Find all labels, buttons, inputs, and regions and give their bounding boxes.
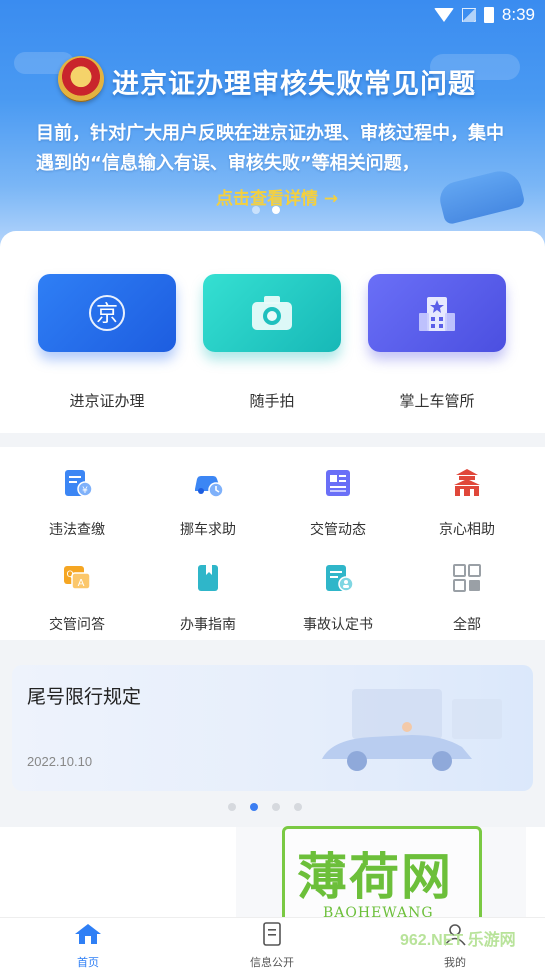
grid-item-label: 交管问答 (49, 617, 105, 633)
mobile-vehicle-office-button[interactable] (368, 274, 506, 352)
camera-icon (252, 296, 292, 330)
grid-item-violation[interactable]: ¥ 违法查缴 (9, 467, 145, 539)
fine-payment-icon: ¥ (65, 470, 93, 497)
nav-home[interactable]: 首页 (38, 922, 138, 969)
entry-label: 进京证办理 (69, 392, 145, 410)
accident-doc-icon (326, 565, 354, 592)
pagination-dot[interactable] (252, 206, 260, 214)
top-banner[interactable]: 8:39 进京证办理审核失败常见问题 目前，针对广大用户反映在进京证办理、审核过… (0, 0, 545, 248)
grid-item-traffic-news[interactable]: 交管动态 (270, 467, 406, 539)
grid-item-label: 京心相助 (439, 522, 495, 538)
status-bar: 8:39 (433, 4, 535, 26)
wifi-icon (433, 8, 454, 22)
entry-label: 掌上车管所 (399, 392, 475, 410)
snapshot-report-button[interactable] (203, 274, 341, 352)
svg-text:¥: ¥ (82, 486, 88, 496)
guide-book-icon (198, 565, 218, 591)
grid-item-move-car[interactable]: 挪车求助 (140, 467, 276, 539)
status-time: 8:39 (501, 5, 535, 24)
notice-title: 尾号限行规定 (27, 686, 142, 708)
battery-icon (483, 7, 494, 23)
grid-item-label: 事故认定书 (303, 617, 373, 633)
grid-item-label: 挪车求助 (180, 522, 236, 538)
grid-item-label: 全部 (453, 617, 481, 633)
svg-text:京: 京 (96, 302, 118, 327)
building-icon (419, 297, 455, 331)
grid-item-label: 违法查缴 (49, 522, 105, 538)
news-icon (326, 470, 350, 496)
plate-restriction-card[interactable]: 尾号限行规定 2022.10.10 (12, 665, 533, 791)
banner-title: 进京证办理审核失败常见问题 (112, 69, 476, 100)
all-grid-icon (453, 564, 481, 592)
signal-icon (461, 8, 476, 22)
grid-item-service-guide[interactable]: 办事指南 (140, 562, 276, 634)
nav-label: 我的 (444, 956, 466, 969)
info-doc-icon (263, 922, 281, 946)
watermark-site-text: 962.NET 乐游网 (400, 932, 516, 949)
tiananmen-icon (454, 469, 480, 496)
car-move-icon (195, 476, 224, 498)
main-entries-card: 京 进京证办理 随手拍 掌上车管所 (0, 231, 545, 433)
qa-icon: A Q (64, 566, 91, 590)
banner-pagination (252, 206, 280, 214)
jinjing-permit-button[interactable]: 京 (38, 274, 176, 352)
pagination-dot-active[interactable] (272, 206, 280, 214)
car-road-illustration (322, 689, 502, 771)
police-emblem-icon (58, 56, 104, 102)
grid-item-label: 办事指南 (180, 617, 236, 633)
grid-item-label: 交管动态 (310, 522, 366, 538)
pagination-dot[interactable] (272, 803, 280, 811)
services-grid: ¥ 违法查缴 挪车求助 交管动态 京心相助 A Q 交管问答 办事指南 事故认定… (0, 447, 545, 640)
home-icon (75, 924, 101, 944)
watermark-main-text: 薄荷网 (297, 848, 453, 906)
notice-date: 2022.10.10 (27, 754, 93, 769)
svg-text:Q: Q (66, 570, 73, 580)
entry-label: 随手拍 (249, 392, 295, 410)
banner-description: 目前，针对广大用户反映在进京证办理、审核过程中，集中遇到的“信息输入有误、审核失… (36, 123, 504, 174)
pagination-dot[interactable] (228, 803, 236, 811)
pagination-dot[interactable] (294, 803, 302, 811)
svg-text:A: A (78, 578, 85, 589)
grid-item-traffic-qa[interactable]: A Q 交管问答 (9, 562, 145, 634)
pagination-dot-active[interactable] (250, 803, 258, 811)
notice-pagination (228, 803, 302, 811)
nav-label: 信息公开 (250, 956, 294, 969)
grid-item-jingxin-help[interactable]: 京心相助 (399, 467, 535, 539)
grid-item-all[interactable]: 全部 (399, 562, 535, 634)
jing-icon: 京 (89, 295, 125, 331)
nav-info-public[interactable]: 信息公开 (222, 922, 322, 969)
grid-item-accident-report[interactable]: 事故认定书 (270, 562, 406, 634)
nav-label: 首页 (77, 956, 99, 969)
